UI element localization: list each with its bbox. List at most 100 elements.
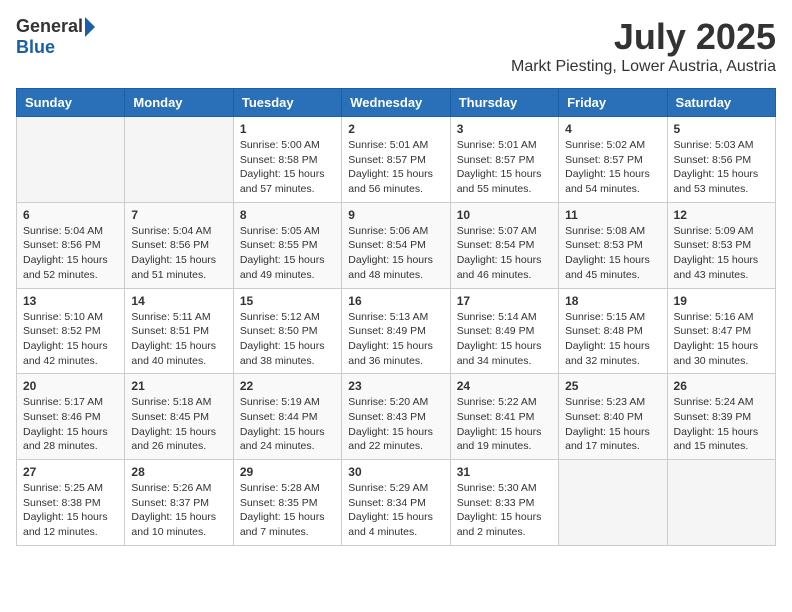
day-number: 12 [674, 208, 769, 222]
day-number: 23 [348, 379, 443, 393]
page-header: General Blue July 2025 Markt Piesting, L… [16, 16, 776, 76]
calendar-cell: 16 Sunrise: 5:13 AMSunset: 8:49 PMDaylig… [342, 288, 450, 374]
day-detail: Sunrise: 5:20 AMSunset: 8:43 PMDaylight:… [348, 395, 443, 454]
calendar-cell: 4 Sunrise: 5:02 AMSunset: 8:57 PMDayligh… [559, 117, 667, 203]
calendar-cell: 10 Sunrise: 5:07 AMSunset: 8:54 PMDaylig… [450, 202, 558, 288]
day-number: 9 [348, 208, 443, 222]
calendar-cell: 12 Sunrise: 5:09 AMSunset: 8:53 PMDaylig… [667, 202, 775, 288]
calendar-week-row: 27 Sunrise: 5:25 AMSunset: 8:38 PMDaylig… [17, 460, 776, 546]
day-number: 27 [23, 465, 118, 479]
calendar-cell: 13 Sunrise: 5:10 AMSunset: 8:52 PMDaylig… [17, 288, 125, 374]
day-number: 13 [23, 294, 118, 308]
calendar-week-row: 20 Sunrise: 5:17 AMSunset: 8:46 PMDaylig… [17, 374, 776, 460]
day-number: 25 [565, 379, 660, 393]
day-detail: Sunrise: 5:00 AMSunset: 8:58 PMDaylight:… [240, 138, 335, 197]
calendar-cell: 31 Sunrise: 5:30 AMSunset: 8:33 PMDaylig… [450, 460, 558, 546]
day-detail: Sunrise: 5:02 AMSunset: 8:57 PMDaylight:… [565, 138, 660, 197]
day-number: 29 [240, 465, 335, 479]
calendar-cell: 22 Sunrise: 5:19 AMSunset: 8:44 PMDaylig… [233, 374, 341, 460]
day-detail: Sunrise: 5:04 AMSunset: 8:56 PMDaylight:… [131, 224, 226, 283]
calendar-header-thursday: Thursday [450, 89, 558, 117]
calendar-week-row: 6 Sunrise: 5:04 AMSunset: 8:56 PMDayligh… [17, 202, 776, 288]
day-number: 2 [348, 122, 443, 136]
day-number: 14 [131, 294, 226, 308]
day-number: 19 [674, 294, 769, 308]
day-detail: Sunrise: 5:03 AMSunset: 8:56 PMDaylight:… [674, 138, 769, 197]
day-number: 11 [565, 208, 660, 222]
calendar-cell: 21 Sunrise: 5:18 AMSunset: 8:45 PMDaylig… [125, 374, 233, 460]
day-number: 3 [457, 122, 552, 136]
day-detail: Sunrise: 5:12 AMSunset: 8:50 PMDaylight:… [240, 310, 335, 369]
day-detail: Sunrise: 5:14 AMSunset: 8:49 PMDaylight:… [457, 310, 552, 369]
day-detail: Sunrise: 5:07 AMSunset: 8:54 PMDaylight:… [457, 224, 552, 283]
calendar-cell: 2 Sunrise: 5:01 AMSunset: 8:57 PMDayligh… [342, 117, 450, 203]
day-detail: Sunrise: 5:01 AMSunset: 8:57 PMDaylight:… [457, 138, 552, 197]
day-number: 10 [457, 208, 552, 222]
day-detail: Sunrise: 5:18 AMSunset: 8:45 PMDaylight:… [131, 395, 226, 454]
calendar-cell: 17 Sunrise: 5:14 AMSunset: 8:49 PMDaylig… [450, 288, 558, 374]
day-detail: Sunrise: 5:05 AMSunset: 8:55 PMDaylight:… [240, 224, 335, 283]
calendar-cell: 24 Sunrise: 5:22 AMSunset: 8:41 PMDaylig… [450, 374, 558, 460]
day-detail: Sunrise: 5:09 AMSunset: 8:53 PMDaylight:… [674, 224, 769, 283]
calendar-header-wednesday: Wednesday [342, 89, 450, 117]
day-number: 30 [348, 465, 443, 479]
day-number: 22 [240, 379, 335, 393]
day-number: 17 [457, 294, 552, 308]
calendar-week-row: 1 Sunrise: 5:00 AMSunset: 8:58 PMDayligh… [17, 117, 776, 203]
day-detail: Sunrise: 5:08 AMSunset: 8:53 PMDaylight:… [565, 224, 660, 283]
calendar-cell: 3 Sunrise: 5:01 AMSunset: 8:57 PMDayligh… [450, 117, 558, 203]
day-detail: Sunrise: 5:01 AMSunset: 8:57 PMDaylight:… [348, 138, 443, 197]
calendar-cell: 18 Sunrise: 5:15 AMSunset: 8:48 PMDaylig… [559, 288, 667, 374]
calendar-cell: 27 Sunrise: 5:25 AMSunset: 8:38 PMDaylig… [17, 460, 125, 546]
day-detail: Sunrise: 5:04 AMSunset: 8:56 PMDaylight:… [23, 224, 118, 283]
logo-blue-text: Blue [16, 37, 55, 58]
day-detail: Sunrise: 5:19 AMSunset: 8:44 PMDaylight:… [240, 395, 335, 454]
location-subtitle: Markt Piesting, Lower Austria, Austria [511, 58, 776, 76]
day-detail: Sunrise: 5:22 AMSunset: 8:41 PMDaylight:… [457, 395, 552, 454]
calendar-header-tuesday: Tuesday [233, 89, 341, 117]
day-detail: Sunrise: 5:06 AMSunset: 8:54 PMDaylight:… [348, 224, 443, 283]
calendar-cell: 20 Sunrise: 5:17 AMSunset: 8:46 PMDaylig… [17, 374, 125, 460]
calendar-cell: 28 Sunrise: 5:26 AMSunset: 8:37 PMDaylig… [125, 460, 233, 546]
calendar-cell [559, 460, 667, 546]
day-detail: Sunrise: 5:26 AMSunset: 8:37 PMDaylight:… [131, 481, 226, 540]
calendar-cell [17, 117, 125, 203]
day-detail: Sunrise: 5:13 AMSunset: 8:49 PMDaylight:… [348, 310, 443, 369]
title-section: July 2025 Markt Piesting, Lower Austria,… [511, 16, 776, 76]
calendar-cell: 11 Sunrise: 5:08 AMSunset: 8:53 PMDaylig… [559, 202, 667, 288]
day-number: 7 [131, 208, 226, 222]
day-detail: Sunrise: 5:16 AMSunset: 8:47 PMDaylight:… [674, 310, 769, 369]
day-number: 26 [674, 379, 769, 393]
calendar-cell [667, 460, 775, 546]
calendar-cell: 14 Sunrise: 5:11 AMSunset: 8:51 PMDaylig… [125, 288, 233, 374]
day-detail: Sunrise: 5:24 AMSunset: 8:39 PMDaylight:… [674, 395, 769, 454]
day-detail: Sunrise: 5:11 AMSunset: 8:51 PMDaylight:… [131, 310, 226, 369]
day-number: 20 [23, 379, 118, 393]
day-number: 28 [131, 465, 226, 479]
day-detail: Sunrise: 5:28 AMSunset: 8:35 PMDaylight:… [240, 481, 335, 540]
calendar-cell: 6 Sunrise: 5:04 AMSunset: 8:56 PMDayligh… [17, 202, 125, 288]
day-number: 1 [240, 122, 335, 136]
calendar-cell: 29 Sunrise: 5:28 AMSunset: 8:35 PMDaylig… [233, 460, 341, 546]
day-detail: Sunrise: 5:30 AMSunset: 8:33 PMDaylight:… [457, 481, 552, 540]
calendar-table: SundayMondayTuesdayWednesdayThursdayFrid… [16, 88, 776, 546]
calendar-header-saturday: Saturday [667, 89, 775, 117]
calendar-cell [125, 117, 233, 203]
day-number: 16 [348, 294, 443, 308]
day-detail: Sunrise: 5:25 AMSunset: 8:38 PMDaylight:… [23, 481, 118, 540]
logo-triangle-icon [85, 17, 95, 37]
calendar-week-row: 13 Sunrise: 5:10 AMSunset: 8:52 PMDaylig… [17, 288, 776, 374]
day-number: 5 [674, 122, 769, 136]
month-year-title: July 2025 [511, 16, 776, 58]
day-detail: Sunrise: 5:29 AMSunset: 8:34 PMDaylight:… [348, 481, 443, 540]
day-detail: Sunrise: 5:15 AMSunset: 8:48 PMDaylight:… [565, 310, 660, 369]
calendar-cell: 5 Sunrise: 5:03 AMSunset: 8:56 PMDayligh… [667, 117, 775, 203]
calendar-cell: 8 Sunrise: 5:05 AMSunset: 8:55 PMDayligh… [233, 202, 341, 288]
calendar-cell: 7 Sunrise: 5:04 AMSunset: 8:56 PMDayligh… [125, 202, 233, 288]
day-number: 21 [131, 379, 226, 393]
calendar-cell: 26 Sunrise: 5:24 AMSunset: 8:39 PMDaylig… [667, 374, 775, 460]
calendar-cell: 1 Sunrise: 5:00 AMSunset: 8:58 PMDayligh… [233, 117, 341, 203]
calendar-cell: 9 Sunrise: 5:06 AMSunset: 8:54 PMDayligh… [342, 202, 450, 288]
calendar-header-friday: Friday [559, 89, 667, 117]
calendar-header-monday: Monday [125, 89, 233, 117]
